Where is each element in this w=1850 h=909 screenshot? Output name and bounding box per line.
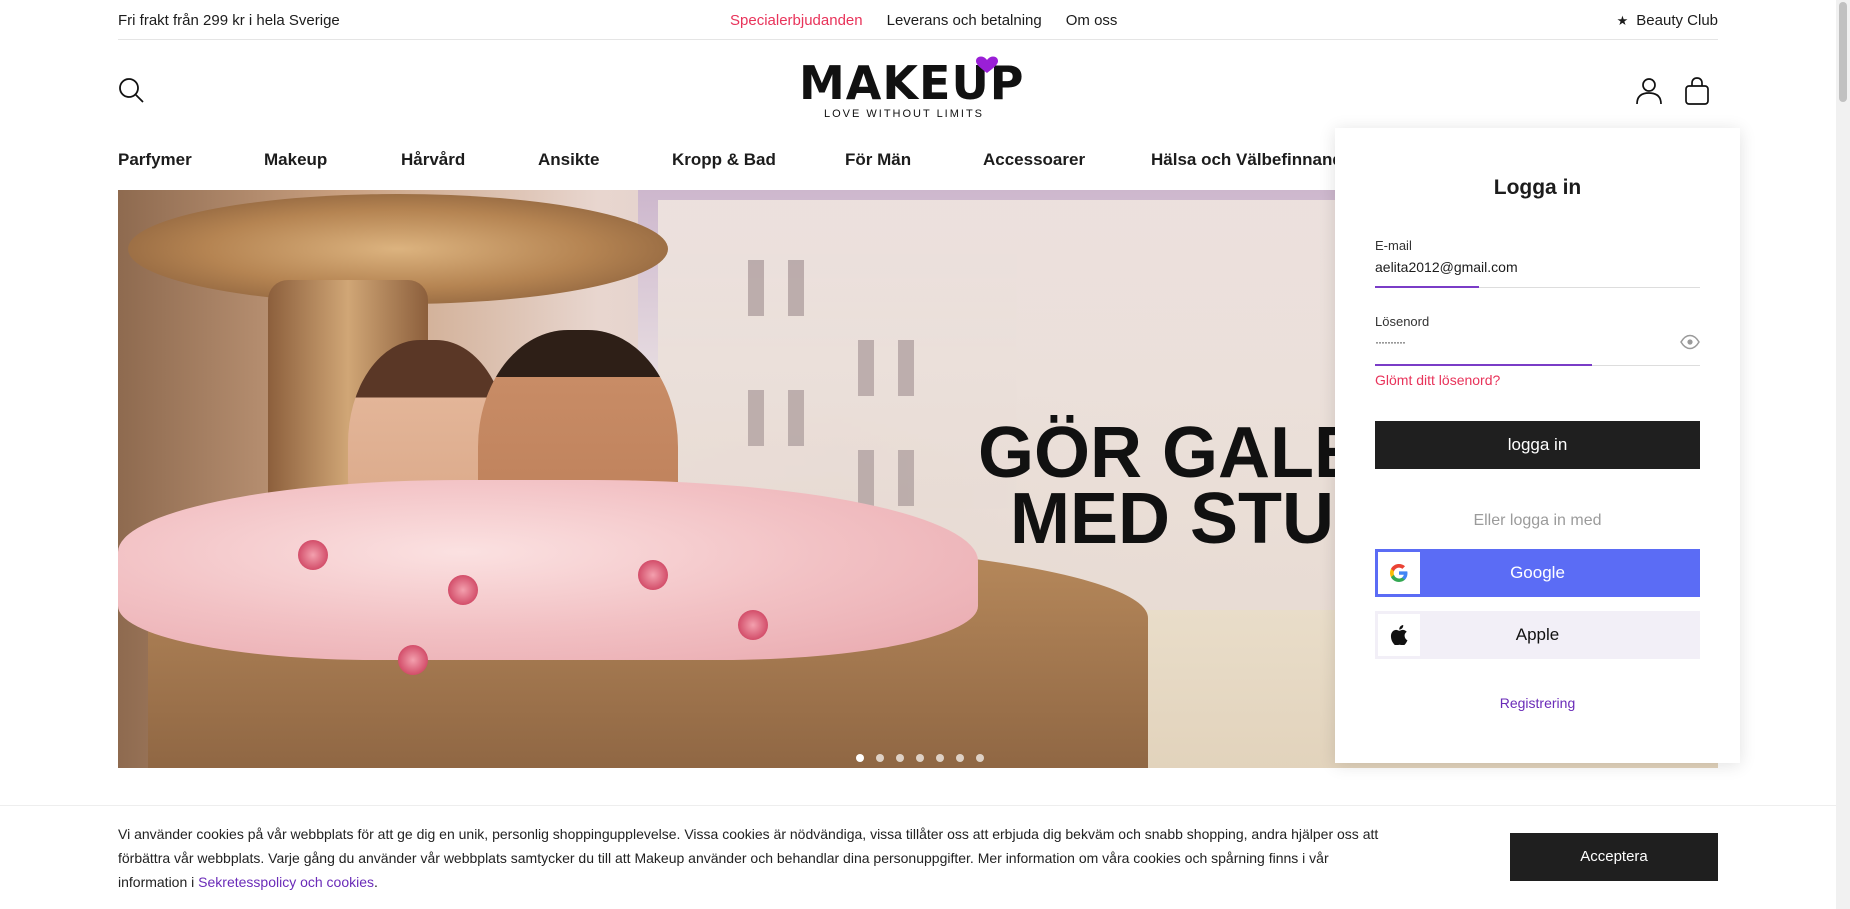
password-label: Lösenord (1375, 314, 1430, 329)
carousel-dot[interactable] (876, 754, 884, 762)
password-underline (1375, 364, 1592, 366)
password-field[interactable]: Lösenord ·········· (1375, 314, 1700, 366)
login-panel: Logga in E-mail aelita2012@gmail.com Lös… (1335, 128, 1740, 763)
privacy-policy-link[interactable]: Sekretesspolicy och cookies (198, 874, 374, 890)
accept-cookies-button[interactable]: Acceptera (1510, 833, 1718, 881)
login-button[interactable]: logga in (1375, 421, 1700, 469)
login-title: Logga in (1493, 176, 1582, 199)
top-link-delivery[interactable]: Leverans och betalning (887, 12, 1042, 29)
carousel-dot[interactable] (936, 754, 944, 762)
password-input[interactable]: ·········· (1375, 335, 1700, 355)
email-label: E-mail (1375, 238, 1412, 253)
top-links: Specialerbjudanden Leverans och betalnin… (730, 12, 1117, 29)
google-login-label: Google (1510, 563, 1565, 582)
rose-icon (638, 560, 668, 590)
top-link-special-offers[interactable]: Specialerbjudanden (730, 12, 863, 29)
page-scrollbar[interactable] (1836, 0, 1850, 909)
forgot-password-link[interactable]: Glömt ditt lösenord? (1375, 372, 1500, 388)
carousel-dot[interactable] (956, 754, 964, 762)
google-icon (1378, 552, 1420, 594)
logo[interactable]: MAKEUP LOVE WITHOUT LIMITS (799, 56, 1024, 128)
rose-icon (738, 610, 768, 640)
cookie-banner: Vi använder cookies på vår webbplats för… (0, 805, 1836, 909)
nav-item-ansikte[interactable]: Ansikte (538, 150, 599, 170)
email-input[interactable]: aelita2012@gmail.com (1375, 259, 1700, 279)
bag-icon[interactable] (1682, 76, 1712, 106)
eye-icon[interactable] (1680, 334, 1700, 350)
nav-item-parfymer[interactable]: Parfymer (118, 150, 192, 170)
top-bar: Fri frakt från 299 kr i hela Sverige Spe… (118, 0, 1718, 40)
nav-item-harvard[interactable]: Hårvård (401, 150, 465, 170)
rose-icon (448, 575, 478, 605)
carousel-dots (856, 754, 984, 762)
apple-login-button[interactable]: Apple (1375, 611, 1700, 659)
rose-icon (398, 645, 428, 675)
heart-icon (976, 56, 998, 73)
apple-login-label: Apple (1515, 625, 1560, 644)
scrollbar-thumb[interactable] (1839, 2, 1847, 102)
email-field[interactable]: E-mail aelita2012@gmail.com (1375, 238, 1700, 288)
cookie-text: Vi använder cookies på vår webbplats för… (118, 822, 1388, 894)
apple-icon (1378, 614, 1420, 656)
banner-foam (118, 480, 978, 660)
carousel-dot[interactable] (916, 754, 924, 762)
rose-icon (298, 540, 328, 570)
star-icon: ★ (1616, 12, 1629, 28)
register-link[interactable]: Registrering (1335, 695, 1740, 711)
nav-item-for-man[interactable]: För Män (845, 150, 911, 170)
email-underline (1375, 286, 1479, 288)
search-icon[interactable] (118, 77, 146, 105)
nav-item-accessoarer[interactable]: Accessoarer (983, 150, 1085, 170)
or-login-with-text: Eller logga in med (1473, 512, 1602, 529)
nav-item-kropp-bad[interactable]: Kropp & Bad (672, 150, 776, 170)
google-login-button[interactable]: Google (1375, 549, 1700, 597)
account-icon[interactable] (1634, 76, 1664, 106)
cookie-text-end: . (374, 874, 378, 890)
nav-item-halsa[interactable]: Hälsa och Välbefinnande (1151, 150, 1352, 170)
carousel-dot[interactable] (856, 754, 864, 762)
carousel-dot[interactable] (976, 754, 984, 762)
beauty-club-label: Beauty Club (1636, 12, 1718, 29)
carousel-dot[interactable] (896, 754, 904, 762)
beauty-club-link[interactable]: ★ Beauty Club (1617, 12, 1718, 29)
top-link-about[interactable]: Om oss (1066, 12, 1118, 29)
shipping-notice: Fri frakt från 299 kr i hela Sverige (118, 12, 340, 29)
nav-item-makeup[interactable]: Makeup (264, 150, 327, 170)
